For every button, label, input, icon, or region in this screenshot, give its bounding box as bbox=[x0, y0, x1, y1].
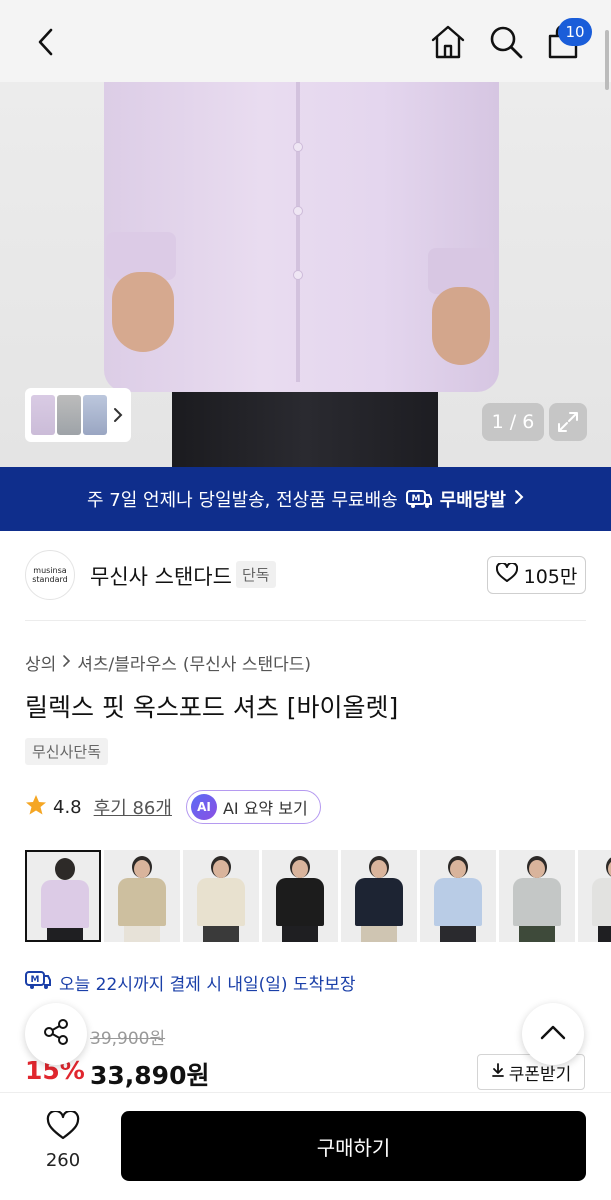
model-shirt bbox=[434, 878, 482, 926]
model-shirt bbox=[118, 878, 166, 926]
model-legs bbox=[47, 928, 83, 940]
expand-icon[interactable] bbox=[549, 403, 587, 441]
rating-row: 4.8 후기 86개 AI AI 요약 보기 bbox=[25, 790, 321, 824]
free-delivery-label: 무배당발 bbox=[439, 490, 506, 511]
breadcrumb-category[interactable]: 상의 bbox=[25, 650, 56, 675]
shipping-banner[interactable]: 주 7일 언제나 당일발송, 전상품 무료배송 M 무배당발 bbox=[0, 467, 611, 531]
free-delivery-icon: M bbox=[405, 489, 432, 509]
color-option-white[interactable] bbox=[578, 850, 611, 942]
star-icon bbox=[25, 794, 47, 821]
model-face bbox=[213, 860, 229, 878]
model-legs bbox=[519, 926, 555, 942]
thumbnail-image[interactable] bbox=[57, 395, 81, 435]
model-shirt bbox=[41, 880, 89, 928]
color-option-black[interactable] bbox=[262, 850, 338, 942]
share-icon bbox=[41, 1017, 71, 1051]
wishlist-count: 260 bbox=[45, 1150, 81, 1171]
heart-icon bbox=[495, 561, 518, 588]
model-face bbox=[371, 860, 387, 878]
svg-text:M: M bbox=[411, 494, 420, 504]
color-option-beige[interactable] bbox=[104, 850, 180, 942]
model-legs bbox=[598, 926, 611, 942]
scrollbar[interactable] bbox=[605, 30, 609, 90]
share-button[interactable] bbox=[25, 1003, 87, 1065]
delivery-truck-icon: M bbox=[25, 970, 51, 995]
image-counter: 1 / 6 bbox=[482, 403, 544, 441]
model-legs bbox=[203, 926, 239, 942]
buy-button[interactable]: 구매하기 bbox=[121, 1111, 586, 1181]
model-face bbox=[529, 860, 545, 878]
wishlist-button[interactable]: 260 bbox=[30, 1109, 96, 1181]
model-hair bbox=[55, 858, 75, 880]
ai-summary-button[interactable]: AI AI 요약 보기 bbox=[185, 790, 321, 824]
hand bbox=[432, 287, 490, 365]
model-shirt bbox=[513, 878, 561, 926]
model-legs bbox=[440, 926, 476, 942]
breadcrumb-brand[interactable]: (무신사 스탠다드) bbox=[183, 650, 311, 675]
product-title: 릴렉스 핏 옥스포드 셔츠 [바이올렛] bbox=[25, 693, 399, 722]
color-option-ivory[interactable] bbox=[183, 850, 259, 942]
brand-logo-text: standard bbox=[32, 575, 68, 584]
color-option-navy[interactable] bbox=[341, 850, 417, 942]
color-option-grey[interactable] bbox=[499, 850, 575, 942]
sale-price: 33,890원 bbox=[90, 1061, 210, 1090]
exclusive-tag: 단독 bbox=[236, 561, 276, 588]
top-bar bbox=[0, 0, 611, 82]
scroll-top-button[interactable] bbox=[522, 1003, 584, 1065]
download-icon bbox=[491, 1062, 505, 1083]
color-options bbox=[25, 850, 611, 942]
model-legs bbox=[124, 926, 160, 942]
shirt-placket bbox=[296, 82, 300, 382]
product-image[interactable]: 1 / 6 bbox=[0, 82, 611, 467]
model-legs bbox=[282, 926, 318, 942]
search-icon[interactable] bbox=[486, 22, 526, 62]
shirt-button bbox=[293, 206, 303, 216]
breadcrumb-subcategory[interactable]: 셔츠/블라우스 bbox=[77, 650, 177, 675]
shipping-banner-text: 주 7일 언제나 당일발송, 전상품 무료배송 bbox=[87, 490, 398, 511]
brand-like-button[interactable]: 105만 bbox=[487, 556, 586, 594]
svg-text:M: M bbox=[31, 975, 40, 985]
exclusive-badge: 무신사단독 bbox=[25, 738, 109, 765]
model-face bbox=[450, 860, 466, 878]
model-face bbox=[134, 860, 150, 878]
model-shirt bbox=[197, 878, 245, 926]
ai-icon: AI bbox=[190, 794, 217, 820]
model-shirt bbox=[276, 878, 324, 926]
brand-like-count: 105만 bbox=[523, 565, 578, 588]
chevron-right-icon bbox=[62, 653, 71, 673]
ai-summary-label: AI 요약 보기 bbox=[222, 799, 308, 818]
thumbnail-image[interactable] bbox=[83, 395, 107, 435]
original-price: 39,900원 bbox=[90, 1029, 166, 1049]
brand-logo[interactable]: musinsa standard bbox=[25, 550, 75, 600]
cart-count-badge: 10 bbox=[558, 18, 592, 46]
shirt-button bbox=[293, 270, 303, 280]
delivery-text: 오늘 22시까지 결제 시 내일(일) 도착보장 bbox=[59, 975, 356, 995]
back-icon[interactable] bbox=[28, 24, 64, 60]
divider bbox=[25, 620, 586, 621]
breadcrumb: 상의 셔츠/블라우스 (무신사 스탠다드) bbox=[25, 650, 311, 675]
model-legs bbox=[361, 926, 397, 942]
color-option-sky-blue[interactable] bbox=[420, 850, 496, 942]
chevron-right-icon[interactable] bbox=[109, 395, 127, 435]
model-shirt bbox=[355, 878, 403, 926]
home-icon[interactable] bbox=[428, 22, 468, 62]
brand-name[interactable]: 무신사 스탠다드 bbox=[90, 561, 232, 591]
thumbnail-image[interactable] bbox=[31, 395, 55, 435]
reviews-link[interactable]: 후기 86개 bbox=[94, 794, 172, 820]
model-shirt bbox=[592, 878, 611, 926]
bottom-action-bar: 260 구매하기 bbox=[0, 1092, 611, 1200]
delivery-guarantee[interactable]: M 오늘 22시까지 결제 시 내일(일) 도착보장 bbox=[25, 970, 356, 995]
heart-icon bbox=[46, 1109, 80, 1146]
brand-logo-text: musinsa bbox=[33, 566, 67, 575]
image-thumbnail-strip[interactable] bbox=[25, 388, 131, 442]
chevron-right-icon bbox=[514, 489, 524, 510]
chevron-up-icon bbox=[539, 1023, 567, 1045]
color-option-violet[interactable] bbox=[25, 850, 101, 942]
model-face bbox=[292, 860, 308, 878]
hand bbox=[112, 272, 174, 352]
rating-score: 4.8 bbox=[53, 796, 82, 818]
shirt-button bbox=[293, 142, 303, 152]
